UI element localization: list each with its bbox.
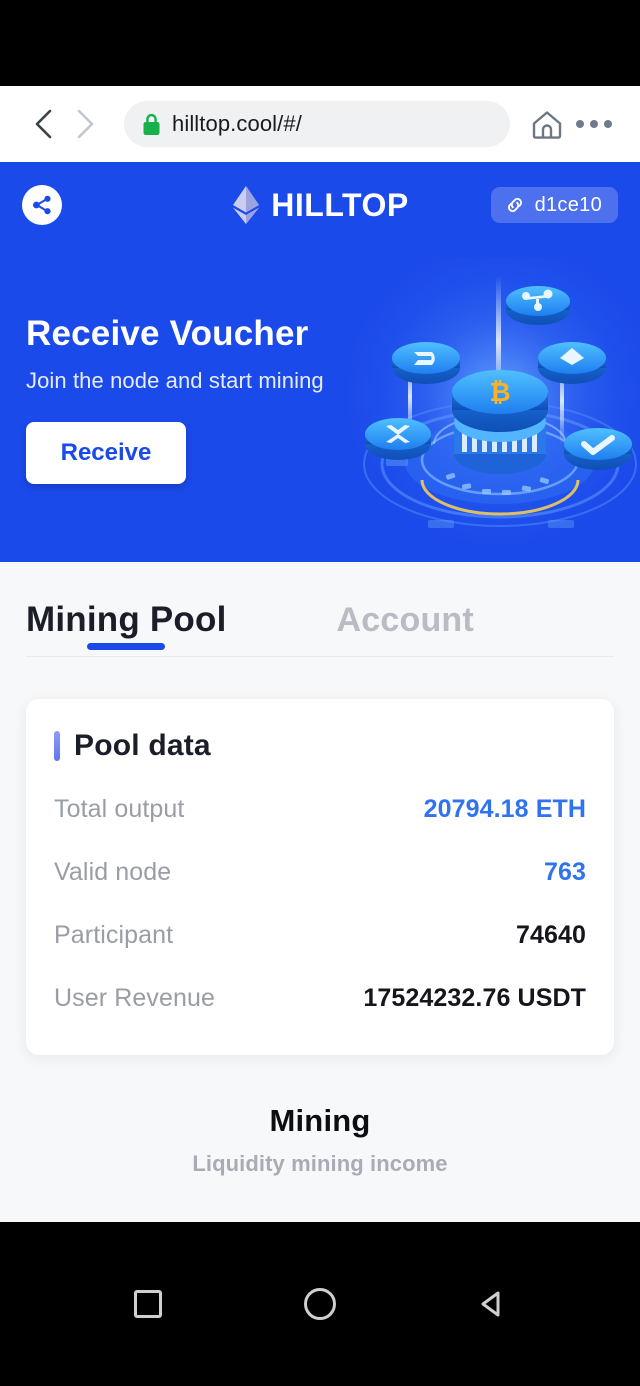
hero-title: Receive Voucher — [26, 314, 309, 353]
stat-value: 763 — [543, 858, 586, 886]
ethereum-coin — [538, 342, 606, 384]
square-recents-icon — [134, 1290, 162, 1318]
check-coin — [564, 428, 632, 470]
share-icon — [33, 195, 51, 215]
tab-mining-pool-label: Mining Pool — [26, 600, 227, 639]
stat-label: Valid node — [54, 858, 172, 886]
stat-value: 74640 — [515, 921, 586, 949]
chevron-left-icon — [35, 109, 52, 139]
app-header: HILLTOP d1ce10 — [0, 162, 640, 248]
home-button[interactable] — [297, 1281, 343, 1327]
circle-home-icon — [304, 1288, 336, 1320]
back-button[interactable] — [469, 1281, 515, 1327]
recents-button[interactable] — [125, 1281, 171, 1327]
browser-toolbar: hilltop.cool/#/ — [0, 86, 640, 162]
tab-account-label: Account — [336, 601, 474, 639]
browser-menu-button[interactable] — [570, 101, 618, 147]
bitcoin-coin: ₿ — [452, 370, 548, 432]
home-icon — [532, 111, 562, 139]
url-text: hilltop.cool/#/ — [172, 111, 302, 136]
stat-value: 20794.18 ETH — [423, 795, 586, 823]
overflow-menu-icon — [604, 120, 612, 128]
mining-section: Mining Liquidity mining income — [0, 1103, 640, 1177]
tab-divider — [26, 656, 614, 657]
pool-data-header: Pool data — [54, 729, 586, 763]
browser-home-button[interactable] — [524, 101, 570, 147]
phone-screen: hilltop.cool/#/ ₿ HILLTOP d1ce10 Receive… — [0, 0, 640, 1386]
ripple-coin — [365, 418, 431, 460]
hero-banner: ₿ HILLTOP d1ce10 Receive Voucher Join th… — [0, 162, 640, 562]
system-navigation-bar — [0, 1222, 640, 1386]
mining-title: Mining — [269, 1103, 371, 1138]
svg-text:₿: ₿ — [489, 377, 510, 407]
triangle-back-icon — [481, 1291, 500, 1317]
chevron-right-icon — [77, 109, 94, 139]
star-coin — [506, 286, 570, 325]
pool-data-title: Pool data — [74, 729, 211, 762]
hero-subtitle: Join the node and start mining — [26, 368, 324, 393]
forward-button[interactable] — [64, 103, 106, 145]
pool-data-card: Pool data Total output 20794.18 ETH Vali… — [26, 699, 614, 1055]
share-button[interactable] — [22, 185, 62, 225]
tab-bar: Mining Pool Account — [0, 562, 640, 656]
mining-subtitle: Liquidity mining income — [192, 1151, 448, 1176]
crypto-mining-platform-illustration: ₿ — [350, 258, 640, 554]
app-viewport: ₿ HILLTOP d1ce10 Receive Voucher Join th… — [0, 162, 640, 1222]
lock-icon — [143, 113, 160, 135]
table-row: Valid node 763 — [54, 840, 586, 903]
chain-link-icon — [507, 198, 522, 212]
tab-mining-pool[interactable]: Mining Pool — [26, 600, 227, 656]
wallet-address-chip[interactable]: d1ce10 — [490, 187, 618, 223]
dash-coin — [392, 342, 460, 384]
brand-name: HILLTOP — [271, 186, 409, 223]
ethereum-diamond-icon — [233, 186, 260, 224]
stat-label: User Revenue — [54, 984, 216, 1012]
hero-content: Receive Voucher Join the node and start … — [26, 314, 324, 484]
accent-bar-icon — [54, 731, 60, 761]
tab-account[interactable]: Account — [337, 601, 474, 656]
url-bar[interactable]: hilltop.cool/#/ — [124, 101, 510, 147]
overflow-menu-icon — [590, 120, 598, 128]
stat-label: Total output — [54, 795, 185, 823]
stat-value: 17524232.76 USDT — [363, 984, 586, 1012]
table-row: Participant 74640 — [54, 903, 586, 966]
overflow-menu-icon — [576, 120, 584, 128]
wallet-address: d1ce10 — [534, 193, 602, 216]
back-button[interactable] — [22, 103, 64, 145]
table-row: Total output 20794.18 ETH — [54, 777, 586, 840]
receive-button[interactable]: Receive — [26, 422, 186, 484]
tab-active-indicator — [87, 643, 166, 650]
table-row: User Revenue 17524232.76 USDT — [54, 966, 586, 1029]
hero-illustration: ₿ — [350, 258, 640, 554]
status-bar — [0, 0, 640, 86]
stat-label: Participant — [54, 921, 174, 949]
